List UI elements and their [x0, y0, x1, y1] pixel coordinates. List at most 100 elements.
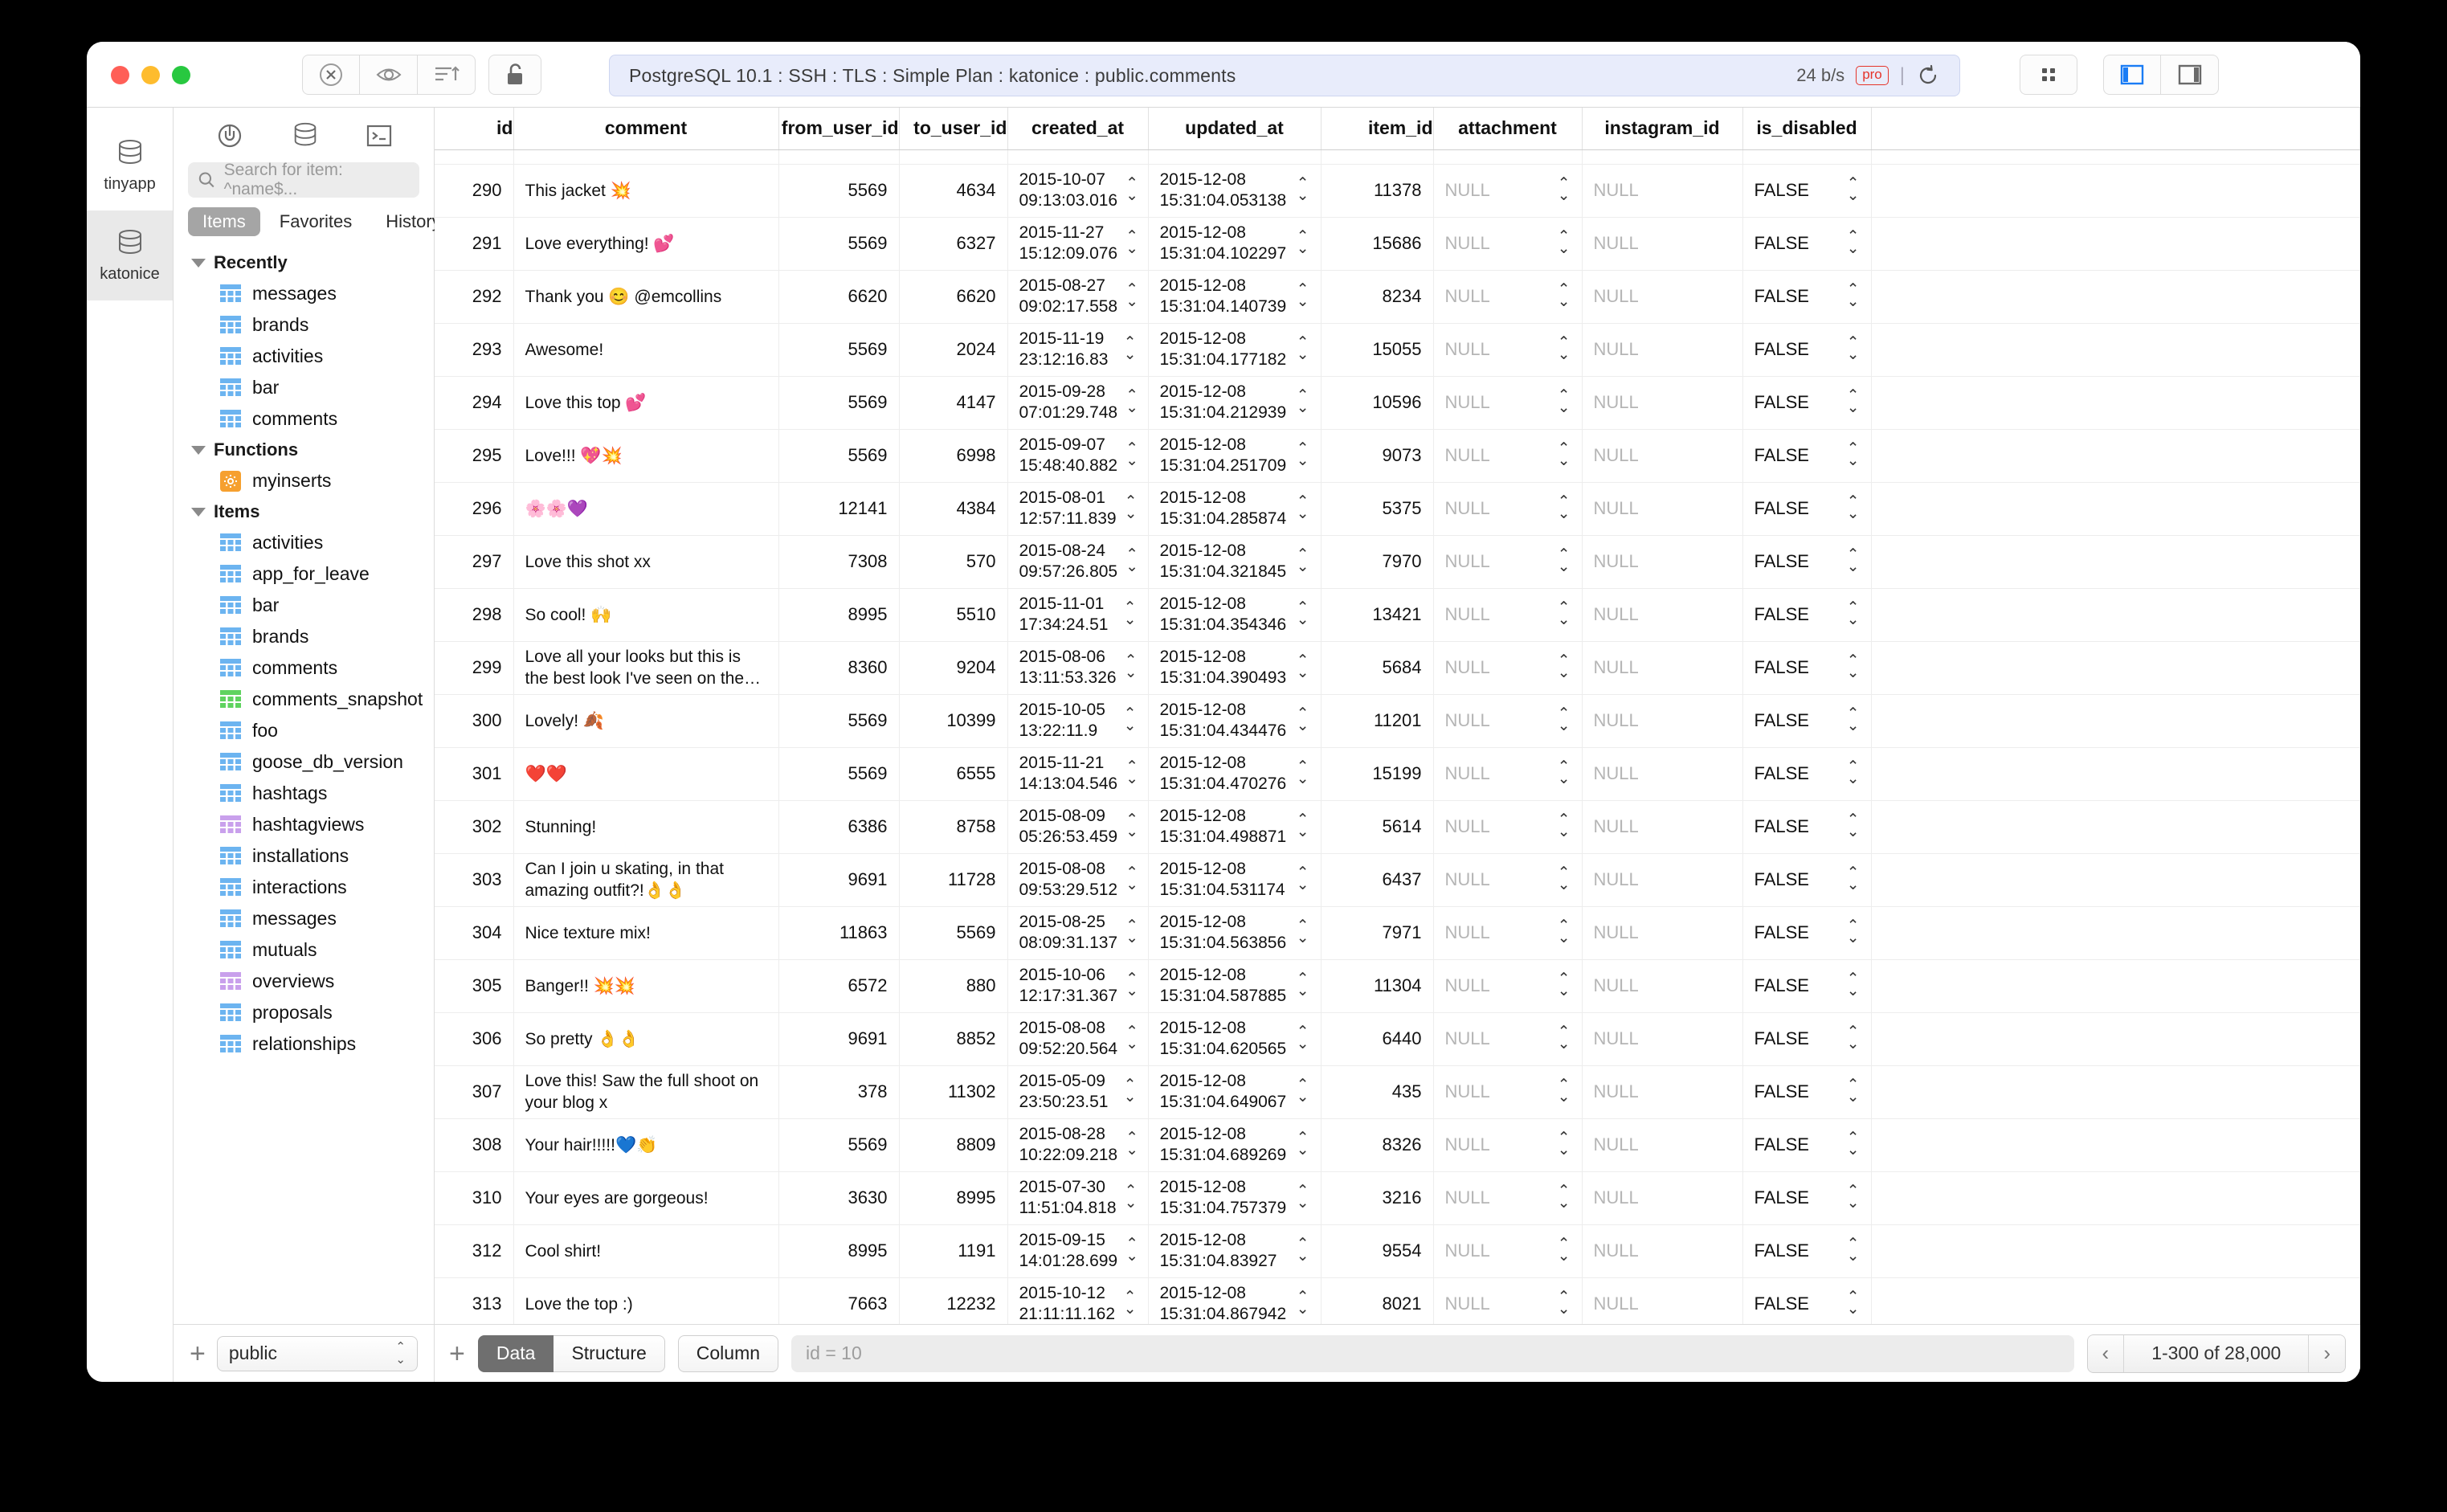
cell-attachment[interactable]: NULL⌃⌄: [1433, 800, 1582, 853]
cell-is_disabled[interactable]: FALSE⌃⌄: [1742, 482, 1871, 535]
connection-address-bar[interactable]: PostgreSQL 10.1 : SSH : TLS : Simple Pla…: [609, 55, 1960, 96]
tab-items[interactable]: Items: [188, 207, 260, 236]
cell-updated_at[interactable]: 2015-12-0815:31:04.354346⌃⌄: [1148, 588, 1321, 641]
cell-updated_at[interactable]: 2015-12-0815:31:04.757379⌃⌄: [1148, 1171, 1321, 1224]
cell-item_id[interactable]: 11378: [1321, 164, 1433, 217]
cell-id[interactable]: 294: [435, 376, 513, 429]
cell-instagram_id[interactable]: NULL: [1582, 164, 1742, 217]
connection-plugin-button[interactable]: [214, 120, 246, 152]
chevron-updown-icon[interactable]: ⌃⌄: [1847, 284, 1860, 309]
cell-attachment[interactable]: NULL⌃⌄: [1433, 429, 1582, 482]
chevron-updown-icon[interactable]: ⌃⌄: [1297, 390, 1309, 415]
cell-created_at[interactable]: 2015-08-2508:09:31.137⌃⌄: [1007, 906, 1148, 959]
chevron-updown-icon[interactable]: ⌃⌄: [1847, 497, 1860, 521]
cell-attachment[interactable]: NULL⌃⌄: [1433, 1171, 1582, 1224]
cell-item_id[interactable]: 5684: [1321, 641, 1433, 694]
cell-comment[interactable]: Your hair!!!!!💙👏: [513, 1118, 778, 1171]
tree-group-recently[interactable]: Recently: [174, 247, 434, 278]
cell-updated_at[interactable]: 2015-12-0815:31:04.177182⌃⌄: [1148, 323, 1321, 376]
cell-is_disabled[interactable]: FALSE⌃⌄: [1742, 959, 1871, 1012]
tree-item-myinserts[interactable]: myinserts: [174, 465, 434, 497]
cell-item_id[interactable]: 9554: [1321, 1224, 1433, 1277]
cell-item_id[interactable]: 13421: [1321, 588, 1433, 641]
filter-input[interactable]: id = 10: [791, 1335, 2073, 1372]
cell-created_at[interactable]: 2015-09-0715:48:40.882⌃⌄: [1007, 429, 1148, 482]
tree-item-brands[interactable]: brands: [174, 309, 434, 341]
cell-id[interactable]: 310: [435, 1171, 513, 1224]
cell-is_disabled[interactable]: FALSE⌃⌄: [1742, 429, 1871, 482]
cell-instagram_id[interactable]: NULL: [1582, 429, 1742, 482]
chevron-updown-icon[interactable]: ⌃⌄: [1847, 603, 1860, 627]
rail-item-tinyapp[interactable]: tinyapp: [87, 121, 173, 210]
cell-created_at[interactable]: 2015-09-2807:01:29.748⌃⌄: [1007, 376, 1148, 429]
chevron-updown-icon[interactable]: ⌃⌄: [1558, 443, 1571, 468]
table-row[interactable]: 297Love this shot xx73085702015-08-2409:…: [435, 535, 2360, 588]
cell-from_user_id[interactable]: 5569: [778, 164, 899, 217]
chevron-updown-icon[interactable]: ⌃⌄: [1558, 390, 1571, 415]
cell-updated_at[interactable]: 2015-12-0815:31:04.434476⌃⌄: [1148, 694, 1321, 747]
cell-is_disabled[interactable]: FALSE⌃⌄: [1742, 641, 1871, 694]
cell-to_user_id[interactable]: 9204: [899, 641, 1007, 694]
chevron-updown-icon[interactable]: ⌃⌄: [1125, 231, 1138, 255]
cell-to_user_id[interactable]: 6998: [899, 429, 1007, 482]
chevron-updown-icon[interactable]: ⌃⌄: [1558, 974, 1571, 998]
column-header-to_user_id[interactable]: to_user_id: [899, 108, 1007, 149]
toggle-right-sidebar-button[interactable]: [2161, 55, 2219, 95]
cell-is_disabled[interactable]: FALSE⌃⌄: [1742, 747, 1871, 800]
chevron-updown-icon[interactable]: ⌃⌄: [1558, 1133, 1571, 1157]
cell-id[interactable]: 302: [435, 800, 513, 853]
cell-attachment[interactable]: NULL⌃⌄: [1433, 1065, 1582, 1118]
chevron-updown-icon[interactable]: ⌃⌄: [1558, 868, 1571, 892]
search-input[interactable]: Search for item: ^name$...: [188, 162, 419, 198]
table-row[interactable]: 303Can I join u skating, in that amazing…: [435, 853, 2360, 906]
chevron-updown-icon[interactable]: ⌃⌄: [1847, 337, 1860, 362]
cell-instagram_id[interactable]: NULL: [1582, 959, 1742, 1012]
cell-created_at[interactable]: 2015-11-2715:12:09.076⌃⌄: [1007, 217, 1148, 270]
cell-comment[interactable]: Love this shot xx: [513, 535, 778, 588]
chevron-updown-icon[interactable]: ⌃⌄: [1297, 284, 1309, 309]
cell-item_id[interactable]: 8234: [1321, 270, 1433, 323]
cell-created_at[interactable]: 2015-08-0905:26:53.459⌃⌄: [1007, 800, 1148, 853]
cell-is_disabled[interactable]: FALSE⌃⌄: [1742, 906, 1871, 959]
tree-item-mutuals[interactable]: mutuals: [174, 934, 434, 966]
table-row[interactable]: 296🌸🌸💜1214143842015-08-0112:57:11.839⌃⌄2…: [435, 482, 2360, 535]
column-header-updated_at[interactable]: updated_at: [1148, 108, 1321, 149]
cell-updated_at[interactable]: 2015-12-0815:31:04.390493⌃⌄: [1148, 641, 1321, 694]
cell-to_user_id[interactable]: 6555: [899, 747, 1007, 800]
column-button[interactable]: Column: [678, 1335, 778, 1372]
cell-to_user_id[interactable]: 8809: [899, 1118, 1007, 1171]
cell-item_id[interactable]: 9073: [1321, 429, 1433, 482]
cell-is_disabled[interactable]: FALSE⌃⌄: [1742, 164, 1871, 217]
cell-attachment[interactable]: NULL⌃⌄: [1433, 641, 1582, 694]
cell-is_disabled[interactable]: FALSE⌃⌄: [1742, 535, 1871, 588]
table-row[interactable]: 304Nice texture mix!1186355692015-08-250…: [435, 906, 2360, 959]
chevron-updown-icon[interactable]: ⌃⌄: [1125, 550, 1138, 574]
cell-comment[interactable]: 🌸🌸💜: [513, 482, 778, 535]
column-header-from_user_id[interactable]: from_user_id: [778, 108, 899, 149]
schema-selector[interactable]: public ⌃⌄: [217, 1336, 418, 1371]
tab-structure[interactable]: Structure: [554, 1335, 664, 1372]
cell-is_disabled[interactable]: FALSE⌃⌄: [1742, 800, 1871, 853]
table-row[interactable]: 300Lovely! 🍂5569103992015-10-0513:22:11.…: [435, 694, 2360, 747]
tree-item-goose_db_version[interactable]: goose_db_version: [174, 746, 434, 778]
chevron-updown-icon[interactable]: ⌃⌄: [1847, 178, 1860, 202]
unlock-button[interactable]: [488, 55, 541, 95]
table-row[interactable]: 312Cool shirt!899511912015-09-1514:01:28…: [435, 1224, 2360, 1277]
cell-from_user_id[interactable]: 5569: [778, 747, 899, 800]
cell-id[interactable]: 313: [435, 1277, 513, 1324]
cell-from_user_id[interactable]: 5569: [778, 217, 899, 270]
chevron-updown-icon[interactable]: ⌃⌄: [1558, 656, 1571, 680]
cell-item_id[interactable]: 15686: [1321, 217, 1433, 270]
refresh-button[interactable]: [1916, 63, 1940, 88]
table-row[interactable]: 313Love the top :)7663122322015-10-1221:…: [435, 1277, 2360, 1324]
cell-comment[interactable]: Can I join u skating, in that amazing ou…: [513, 853, 778, 906]
cell-to_user_id[interactable]: 4634: [899, 164, 1007, 217]
chevron-updown-icon[interactable]: ⌃⌄: [1847, 762, 1860, 786]
cell-item_id[interactable]: 6437: [1321, 853, 1433, 906]
chevron-updown-icon[interactable]: ⌃⌄: [1125, 921, 1138, 945]
cell-item_id[interactable]: 8326: [1321, 1118, 1433, 1171]
chevron-updown-icon[interactable]: ⌃⌄: [1847, 1239, 1860, 1263]
tree-item-messages[interactable]: messages: [174, 903, 434, 934]
cell-created_at[interactable]: 2015-10-1221:11:11.162⌃⌄: [1007, 1277, 1148, 1324]
tree-item-interactions[interactable]: interactions: [174, 872, 434, 903]
